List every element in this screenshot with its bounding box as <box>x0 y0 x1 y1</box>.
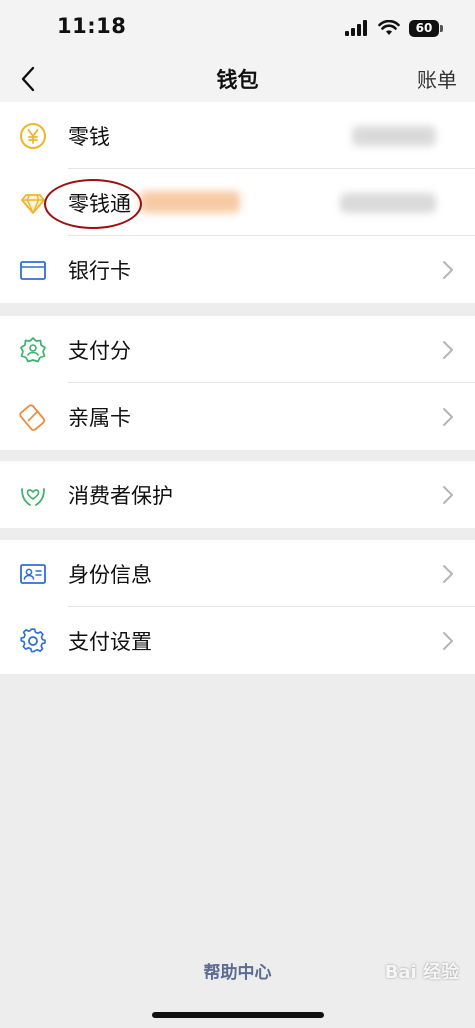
row-consumer-protection[interactable]: 消费者保护 <box>0 461 475 528</box>
row-label-bank-card: 银行卡 <box>68 259 131 283</box>
page-title: 钱包 <box>216 68 259 92</box>
chevron-right-icon <box>443 632 453 650</box>
yen-coin-icon <box>20 123 46 149</box>
bank-card-icon <box>20 261 46 280</box>
gear-icon <box>20 628 46 653</box>
diamond-icon <box>21 194 45 214</box>
chevron-right-icon <box>443 408 453 426</box>
row-label-pay-settings: 支付设置 <box>68 630 152 654</box>
wallet-group-settings: 身份信息 支付设置 <box>0 540 475 674</box>
id-card-icon <box>20 564 46 584</box>
status-time: 11:18 <box>57 14 127 38</box>
row-bank-card[interactable]: 银行卡 <box>0 236 475 303</box>
status-bar: 11:18 60 <box>0 0 475 56</box>
status-indicators: 60 <box>345 17 443 39</box>
blurred-promo <box>140 191 240 213</box>
wallet-group-protection: 消费者保护 <box>0 461 475 528</box>
blurred-balance <box>352 126 436 146</box>
watermark: Bai 经验 <box>384 962 459 983</box>
chevron-right-icon <box>443 341 453 359</box>
row-label-identity: 身份信息 <box>68 563 152 587</box>
battery-icon: 60 <box>409 19 443 37</box>
nav-bar: 钱包 账单 <box>0 56 475 102</box>
row-label-family-card: 亲属卡 <box>68 406 131 430</box>
family-card-icon <box>19 404 46 431</box>
row-label-pay-score: 支付分 <box>68 339 131 363</box>
row-pay-settings[interactable]: 支付设置 <box>0 607 475 674</box>
chevron-right-icon <box>443 261 453 279</box>
row-pay-score[interactable]: 支付分 <box>0 316 475 383</box>
row-label-consumer-protection: 消费者保护 <box>68 484 173 508</box>
bill-button[interactable]: 账单 <box>417 64 457 93</box>
row-family-card[interactable]: 亲属卡 <box>0 383 475 450</box>
highlight-annotation <box>44 179 142 229</box>
blurred-balance <box>340 193 436 213</box>
pay-score-icon <box>20 337 46 363</box>
battery-level: 60 <box>415 21 433 35</box>
wallet-group-credit: 支付分 亲属卡 <box>0 316 475 450</box>
chevron-right-icon <box>443 486 453 504</box>
row-label-change: 零钱 <box>68 125 110 149</box>
chevron-right-icon <box>443 565 453 583</box>
row-identity[interactable]: 身份信息 <box>0 540 475 607</box>
protect-hands-icon <box>21 488 45 506</box>
signal-icon <box>345 20 367 36</box>
wifi-icon <box>378 20 400 35</box>
row-change[interactable]: 零钱 <box>0 102 475 169</box>
home-indicator[interactable] <box>152 1012 324 1018</box>
